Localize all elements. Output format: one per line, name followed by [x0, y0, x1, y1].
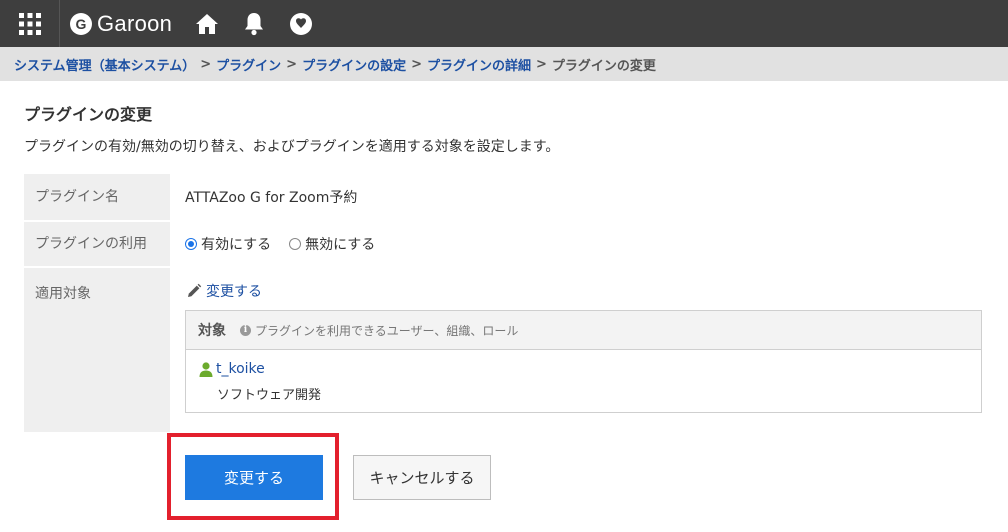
enable-radio-label[interactable]: 有効にする	[201, 234, 271, 254]
cancel-button[interactable]: キャンセルする	[353, 455, 491, 500]
breadcrumb-link-plugin-settings[interactable]: プラグインの設定	[302, 55, 406, 74]
apps-grid-icon	[18, 12, 41, 35]
target-label: 適用対象	[24, 268, 170, 432]
breadcrumb-link-system-admin[interactable]: システム管理（基本システム）	[14, 55, 195, 74]
target-user-department: ソフトウェア開発	[217, 388, 322, 403]
bell-icon	[245, 12, 264, 35]
garoon-logo[interactable]: G Garoon	[70, 11, 172, 37]
target-box-header: 対象 i プラグインを利用できるユーザー、組織、ロール	[186, 311, 981, 350]
breadcrumb-link-plugin-details[interactable]: プラグインの詳細	[427, 55, 531, 74]
favorites-button[interactable]	[288, 11, 314, 37]
logo-mark: G	[70, 12, 92, 35]
target-box-hint: プラグインを利用できるユーザー、組織、ロール	[255, 323, 519, 338]
target-box: 対象 i プラグインを利用できるユーザー、組織、ロール t_koike ソフトウ…	[185, 310, 982, 413]
breadcrumb-current: プラグインの変更	[551, 58, 656, 74]
notification-button[interactable]	[241, 11, 267, 37]
breadcrumb-separator: >	[286, 56, 298, 72]
top-navigation-bar: G Garoon	[0, 0, 1008, 47]
apps-grid-button[interactable]	[0, 0, 60, 47]
enable-radio[interactable]	[185, 238, 197, 250]
info-icon: i	[240, 324, 251, 336]
target-user-row: t_koike	[198, 361, 265, 377]
breadcrumb-separator: >	[200, 56, 212, 72]
breadcrumb-separator: >	[536, 56, 547, 72]
plugin-name-label: プラグイン名	[24, 174, 170, 220]
pencil-icon	[188, 283, 202, 297]
submit-change-button[interactable]: 変更する	[185, 455, 323, 500]
breadcrumb-separator: >	[411, 56, 422, 72]
favorite-icon	[290, 12, 313, 35]
breadcrumb-link-plugin[interactable]: プラグイン	[216, 55, 281, 74]
plugin-usage-radio-group: 有効にする 無効にする	[185, 234, 393, 254]
breadcrumb: システム管理（基本システム） > プラグイン > プラグインの設定 > プラグイ…	[0, 47, 1008, 81]
logo-text: Garoon	[97, 10, 173, 36]
target-box-title: 対象	[198, 323, 226, 339]
change-target-link[interactable]: 変更する	[186, 281, 262, 301]
home-icon	[196, 13, 219, 34]
home-button[interactable]	[194, 11, 220, 37]
disable-radio[interactable]	[289, 238, 302, 250]
user-icon	[199, 362, 213, 377]
plugin-usage-label: プラグインの利用	[24, 222, 170, 266]
disable-radio-label[interactable]: 無効にする	[305, 234, 375, 254]
page-description: プラグインの有効/無効の切り替え、およびプラグインを適用する対象を設定します。	[24, 139, 560, 155]
page-title: プラグインの変更	[24, 105, 153, 124]
change-target-link-text[interactable]: 変更する	[206, 281, 262, 301]
plugin-name-value: ATTAZoo G for Zoom予約	[185, 190, 358, 206]
target-user-link[interactable]: t_koike	[216, 361, 265, 377]
